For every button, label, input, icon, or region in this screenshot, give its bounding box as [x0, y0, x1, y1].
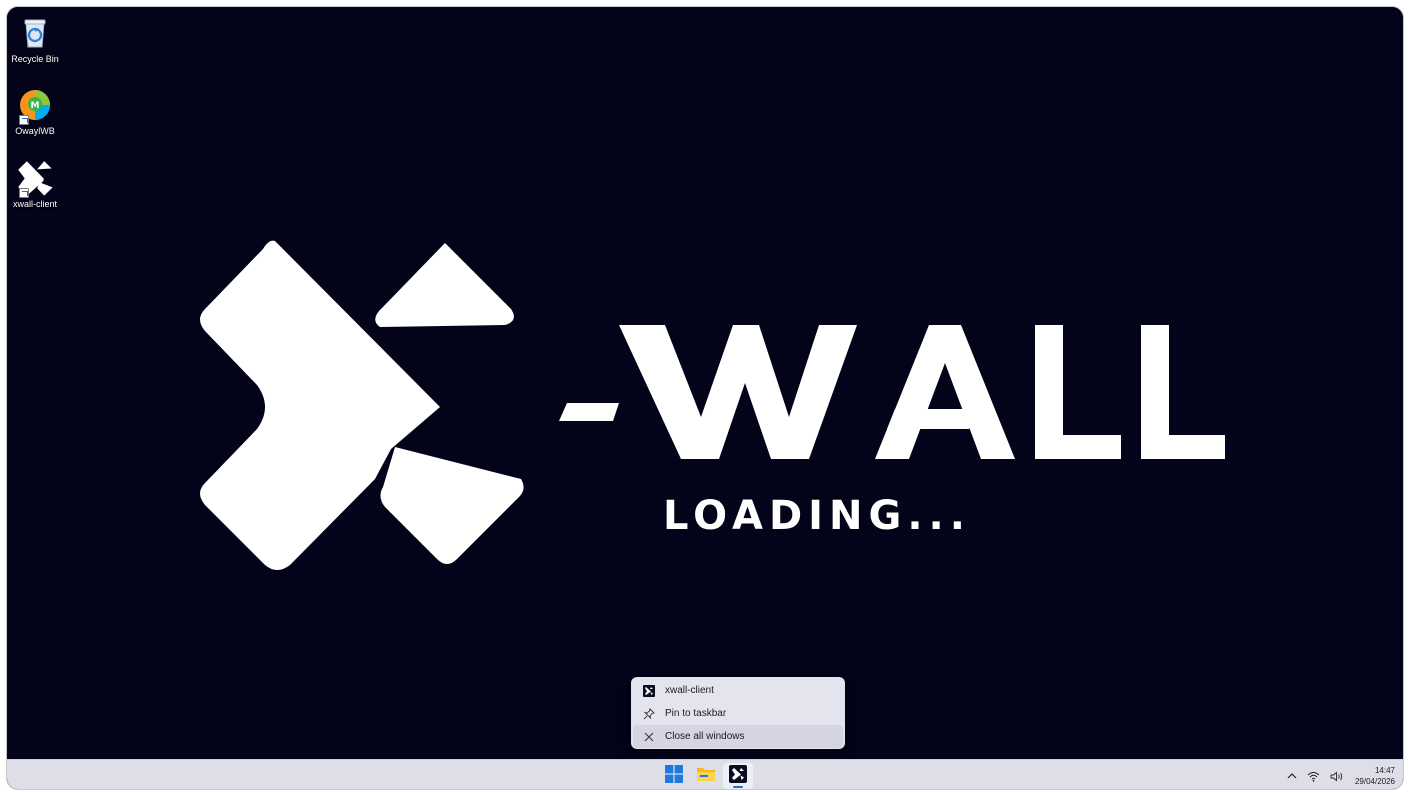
jump-list-item-label: xwall-client: [665, 685, 714, 696]
taskbar-file-explorer-button[interactable]: [691, 763, 721, 789]
desktop-icon-label: xwall-client: [12, 199, 57, 209]
shortcut-arrow-icon: [19, 115, 29, 125]
desktop: Recycle Bin M OwaylWB xwall-client LOADI…: [7, 7, 1403, 759]
desktop-icon-xwall-client[interactable]: xwall-client: [7, 160, 64, 210]
windows-start-icon: [665, 765, 683, 787]
folder-icon: [697, 766, 715, 786]
wifi-icon[interactable]: [1307, 771, 1320, 782]
active-app-indicator: [733, 786, 743, 788]
volume-icon[interactable]: [1330, 771, 1344, 782]
xwall-logo-icon: [643, 684, 655, 697]
taskbar-start-button[interactable]: [659, 763, 689, 789]
loading-text: LOADING...: [663, 493, 971, 539]
xwall-logo-icon: [17, 160, 53, 198]
clock-time: 14:47: [1374, 766, 1395, 775]
desktop-icon-owaylwb[interactable]: M OwaylWB: [7, 87, 64, 137]
pin-icon: [643, 707, 655, 720]
desktop-icon-recycle-bin[interactable]: Recycle Bin: [7, 15, 64, 65]
jump-list-item-app[interactable]: xwall-client: [633, 679, 843, 702]
jump-list-item-label: Pin to taskbar: [665, 708, 727, 719]
taskbar-jump-list: xwall-client Pin to taskbar Close all wi…: [631, 677, 845, 749]
desktop-icon-label: OwaylWB: [15, 126, 55, 136]
xwall-splash-mark: [200, 240, 524, 570]
xwall-logo-icon: [729, 765, 747, 787]
close-icon: [643, 731, 655, 743]
clock-date: 29/04/2026: [1354, 777, 1395, 786]
desktop-icon-label: Recycle Bin: [11, 54, 59, 64]
jump-list-item-label: Close all windows: [665, 731, 745, 742]
shortcut-arrow-icon: [19, 188, 29, 198]
jump-list-item-pin[interactable]: Pin to taskbar: [633, 702, 843, 725]
taskbar: 14:47 29/04/2026: [7, 759, 1403, 789]
screen: Recycle Bin M OwaylWB xwall-client LOADI…: [6, 6, 1404, 790]
svg-text:M: M: [31, 101, 40, 111]
recycle-bin-icon: [17, 15, 53, 51]
system-tray: 14:47 29/04/2026: [1282, 760, 1395, 789]
clock[interactable]: 14:47 29/04/2026: [1355, 765, 1395, 787]
jump-list-item-close-all[interactable]: Close all windows: [633, 725, 843, 748]
xwall-wordmark: [559, 325, 1225, 459]
owaylwb-app-icon: M: [17, 87, 53, 125]
taskbar-xwall-client-button[interactable]: [723, 763, 753, 789]
chevron-up-icon[interactable]: [1287, 772, 1297, 780]
